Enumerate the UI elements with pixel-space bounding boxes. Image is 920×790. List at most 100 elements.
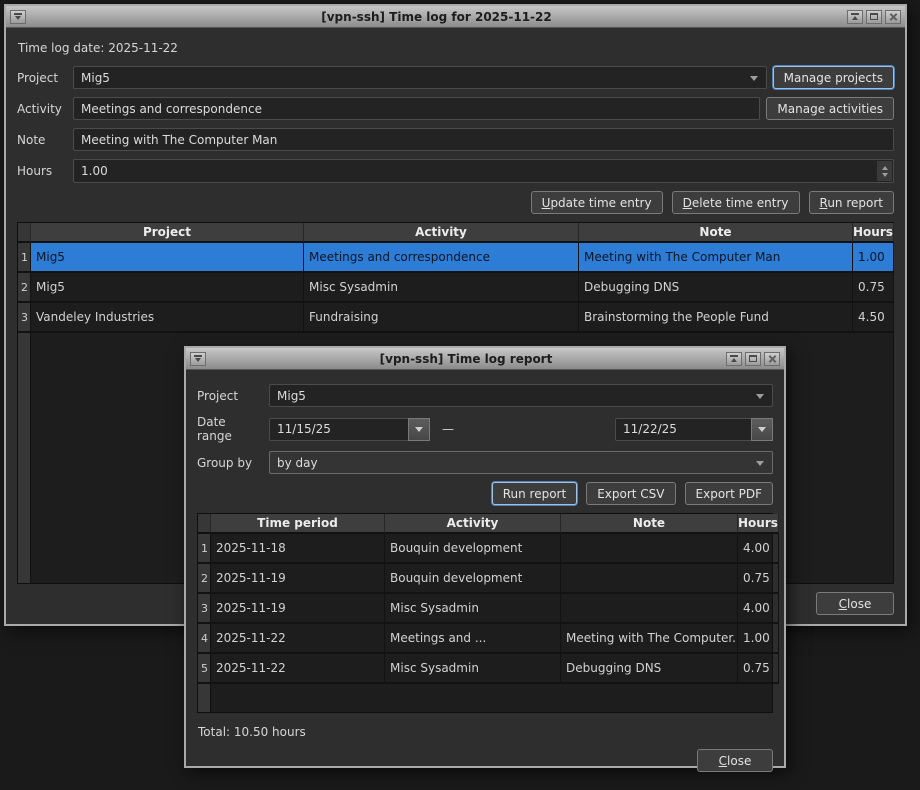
cell-note[interactable]: Meeting with The Computer... — [561, 624, 738, 654]
titlebar[interactable]: [vpn-ssh] Time log report — [186, 348, 784, 370]
cell-hours[interactable]: 0.75 — [853, 273, 894, 303]
delete-time-entry-button[interactable]: Delete time entry — [672, 191, 800, 214]
cell-hours[interactable]: 1.00 — [738, 624, 779, 654]
col-header-hours[interactable]: Hours — [853, 223, 894, 243]
export-csv-button[interactable]: Export CSV — [586, 482, 675, 505]
report-window-body: Project Mig5 Date range 11/15/25 — 11/22… — [186, 370, 784, 790]
cell-time-period[interactable]: 2025-11-22 — [211, 624, 385, 654]
chevron-down-icon — [756, 394, 764, 399]
entry-actions: Update time entry Delete time entry Run … — [17, 191, 894, 214]
cell-hours[interactable]: 0.75 — [738, 654, 779, 684]
col-header-note[interactable]: Note — [561, 514, 738, 534]
date-start-input[interactable]: 11/15/25 — [269, 418, 408, 441]
close-button[interactable]: Close — [697, 749, 773, 772]
cell-note[interactable]: Debugging DNS — [579, 273, 853, 303]
cell-activity[interactable]: Misc Sysadmin — [385, 594, 561, 624]
cell-project[interactable]: Vandeley Industries — [31, 303, 304, 333]
col-header-project[interactable]: Project — [31, 223, 304, 243]
spinner-up-icon[interactable] — [882, 166, 888, 170]
date-start-dropdown-button[interactable] — [408, 418, 430, 441]
cell-time-period[interactable]: 2025-11-19 — [211, 594, 385, 624]
cell-activity[interactable]: Bouquin development — [385, 534, 561, 564]
cell-activity[interactable]: Fundraising — [304, 303, 579, 333]
spinner-buttons[interactable] — [877, 161, 892, 181]
cell-note[interactable] — [561, 534, 738, 564]
cell-note[interactable]: Meeting with The Computer Man — [579, 243, 853, 273]
maximize-button[interactable] — [866, 10, 882, 24]
activity-input[interactable]: Meetings and correspondence — [73, 97, 760, 120]
maximize-icon — [870, 13, 878, 20]
cell-time-period[interactable]: 2025-11-18 — [211, 534, 385, 564]
note-input[interactable]: Meeting with The Computer Man — [73, 128, 894, 151]
col-header-hours[interactable]: Hours — [738, 514, 779, 534]
spinner-down-icon[interactable] — [882, 173, 888, 177]
row-number: 2 — [18, 273, 31, 303]
date-range-row: Date range 11/15/25 — 11/22/25 — [197, 415, 773, 443]
date-end-input[interactable]: 11/22/25 — [615, 418, 751, 441]
project-label: Project — [17, 71, 67, 85]
hours-label: Hours — [17, 164, 67, 178]
date-end-dropdown-button[interactable] — [751, 418, 773, 441]
time-log-date-label: Time log date: 2025-11-22 — [18, 41, 893, 55]
shade-icon — [730, 355, 738, 362]
update-time-entry-button[interactable]: Update time entry — [531, 191, 663, 214]
manage-projects-button[interactable]: Manage projects — [773, 66, 894, 89]
activity-label: Activity — [17, 102, 67, 116]
close-button[interactable]: Close — [816, 592, 894, 615]
cell-activity[interactable]: Bouquin development — [385, 564, 561, 594]
run-report-button[interactable]: Run report — [809, 191, 895, 214]
maximize-button[interactable] — [745, 352, 761, 366]
maximize-icon — [749, 355, 757, 362]
cell-activity[interactable]: Meetings and correspondence — [304, 243, 579, 273]
cell-note[interactable]: Debugging DNS — [561, 654, 738, 684]
shade-button[interactable] — [726, 352, 742, 366]
row-number: 3 — [198, 594, 211, 624]
cell-hours[interactable]: 4.00 — [738, 534, 779, 564]
window-menu-icon — [194, 355, 202, 362]
hours-spinbox[interactable]: 1.00 — [73, 159, 894, 183]
cell-activity[interactable]: Misc Sysadmin — [304, 273, 579, 303]
col-header-activity[interactable]: Activity — [304, 223, 579, 243]
cell-time-period[interactable]: 2025-11-19 — [211, 564, 385, 594]
cell-activity[interactable]: Misc Sysadmin — [385, 654, 561, 684]
chevron-down-icon — [750, 76, 758, 81]
cell-note[interactable]: Brainstorming the People Fund — [579, 303, 853, 333]
cell-time-period[interactable]: 2025-11-22 — [211, 654, 385, 684]
titlebar[interactable]: [vpn-ssh] Time log for 2025-11-22 — [6, 6, 905, 28]
group-by-combobox[interactable]: by day — [269, 451, 773, 474]
col-header-time-period[interactable]: Time period — [211, 514, 385, 534]
report-project-combobox[interactable]: Mig5 — [269, 384, 773, 407]
report-footer: Close — [197, 749, 773, 772]
chevron-down-icon — [758, 427, 766, 432]
date-range-separator: — — [442, 422, 454, 436]
row-number: 2 — [198, 564, 211, 594]
run-report-button[interactable]: Run report — [492, 482, 577, 505]
col-header-note[interactable]: Note — [579, 223, 853, 243]
project-combobox[interactable]: Mig5 — [73, 66, 767, 89]
report-project-row: Project Mig5 — [197, 384, 773, 407]
cell-activity[interactable]: Meetings and ... — [385, 624, 561, 654]
close-window-button[interactable] — [764, 352, 780, 366]
close-window-button[interactable] — [885, 10, 901, 24]
cell-hours[interactable]: 4.50 — [853, 303, 894, 333]
window-menu-button[interactable] — [10, 10, 26, 24]
cell-hours[interactable]: 0.75 — [738, 564, 779, 594]
cell-note[interactable] — [561, 564, 738, 594]
cell-hours[interactable]: 4.00 — [738, 594, 779, 624]
col-header-activity[interactable]: Activity — [385, 514, 561, 534]
cell-project[interactable]: Mig5 — [31, 273, 304, 303]
group-by-label: Group by — [197, 456, 263, 470]
shade-button[interactable] — [847, 10, 863, 24]
cell-project[interactable]: Mig5 — [31, 243, 304, 273]
cell-note[interactable] — [561, 594, 738, 624]
window-menu-button[interactable] — [190, 352, 206, 366]
shade-icon — [851, 13, 859, 20]
export-pdf-button[interactable]: Export PDF — [685, 482, 773, 505]
window-title: [vpn-ssh] Time log for 2025-11-22 — [29, 10, 844, 24]
note-label: Note — [17, 133, 67, 147]
chevron-down-icon — [415, 427, 423, 432]
cell-hours[interactable]: 1.00 — [853, 243, 894, 273]
date-range-label: Date range — [197, 415, 263, 443]
row-number: 1 — [18, 243, 31, 273]
manage-activities-button[interactable]: Manage activities — [766, 97, 894, 120]
